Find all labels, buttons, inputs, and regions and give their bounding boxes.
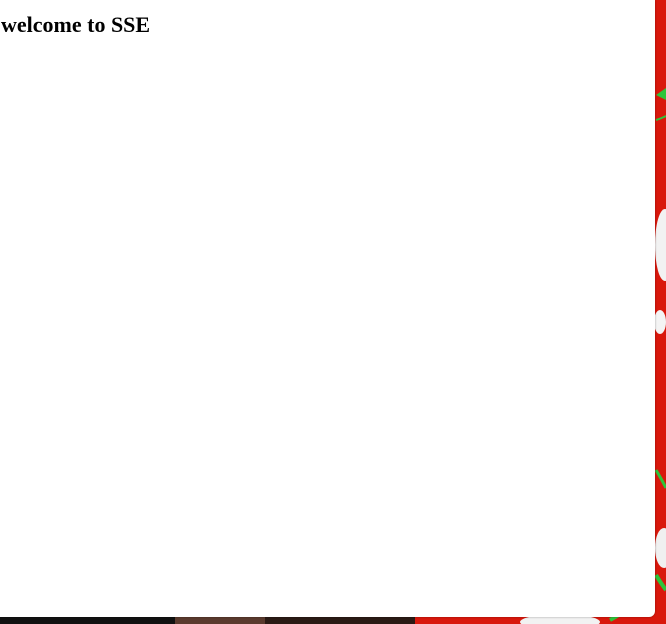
page-heading: welcome to SSE bbox=[1, 12, 151, 37]
browser-page: welcome to SSE bbox=[0, 0, 655, 617]
desktop-background: welcome to SSE bbox=[0, 0, 666, 624]
